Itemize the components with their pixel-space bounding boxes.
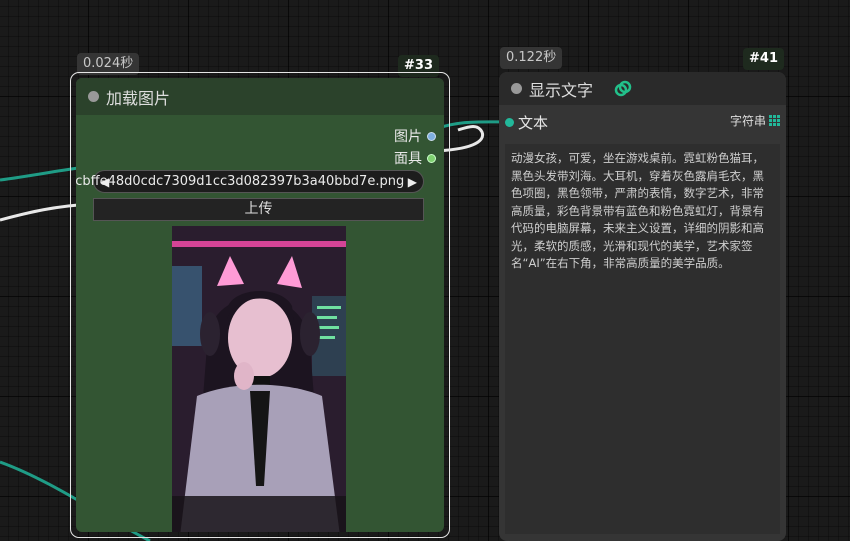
grid-icon — [769, 115, 780, 126]
input-text[interactable]: 文本 — [505, 112, 548, 133]
prev-arrow-icon[interactable]: ◀ — [100, 175, 109, 189]
show-text-time-badge: 0.122秒 — [500, 47, 563, 69]
load-image-title: 加载图片 — [106, 88, 171, 108]
image-port-icon[interactable] — [427, 131, 436, 141]
image-filename: bcd6d3922ecbffe48d0cdc7309d1cc3d082397b3… — [76, 174, 405, 189]
input-text-label: 文本 — [518, 114, 549, 132]
next-arrow-icon[interactable]: ▶ — [408, 175, 417, 189]
type-label: 字符串 — [730, 112, 780, 129]
type-label-text: 字符串 — [729, 114, 766, 128]
show-text-id-badge: #41 — [743, 48, 784, 70]
link-icon — [614, 80, 632, 96]
load-image-title-bar[interactable]: 加载图片 — [76, 78, 444, 115]
show-text-node[interactable]: 显示文字 文本 字符串 动漫女孩，可爱，坐在游戏桌前。霓虹粉色猫耳，黑色头发带刘… — [499, 72, 786, 541]
output-mask[interactable]: 面具 — [394, 148, 436, 168]
show-text-title-bar[interactable]: 显示文字 — [499, 72, 786, 105]
load-image-node[interactable]: 加载图片 图片 面具 ◀ bcd6d3922ecbffe48d0cdc7309d… — [70, 72, 450, 538]
collapse-dot-icon[interactable] — [88, 91, 99, 102]
upload-button[interactable]: 上传 — [93, 198, 424, 221]
image-preview — [172, 226, 346, 532]
anime-girl-illustration — [172, 226, 346, 532]
output-mask-label: 面具 — [394, 151, 422, 167]
output-image-label: 图片 — [394, 129, 422, 145]
mask-port-icon[interactable] — [427, 153, 436, 163]
collapse-dot-icon[interactable] — [511, 83, 522, 94]
show-text-title: 显示文字 — [529, 80, 594, 100]
image-file-select[interactable]: ◀ bcd6d3922ecbffe48d0cdc7309d1cc3d082397… — [76, 170, 424, 193]
string-port-icon[interactable] — [505, 118, 514, 127]
text-output-area[interactable]: 动漫女孩，可爱，坐在游戏桌前。霓虹粉色猫耳，黑色头发带刘海。大耳机，穿着灰色露肩… — [505, 144, 780, 534]
output-image[interactable]: 图片 — [394, 126, 436, 146]
